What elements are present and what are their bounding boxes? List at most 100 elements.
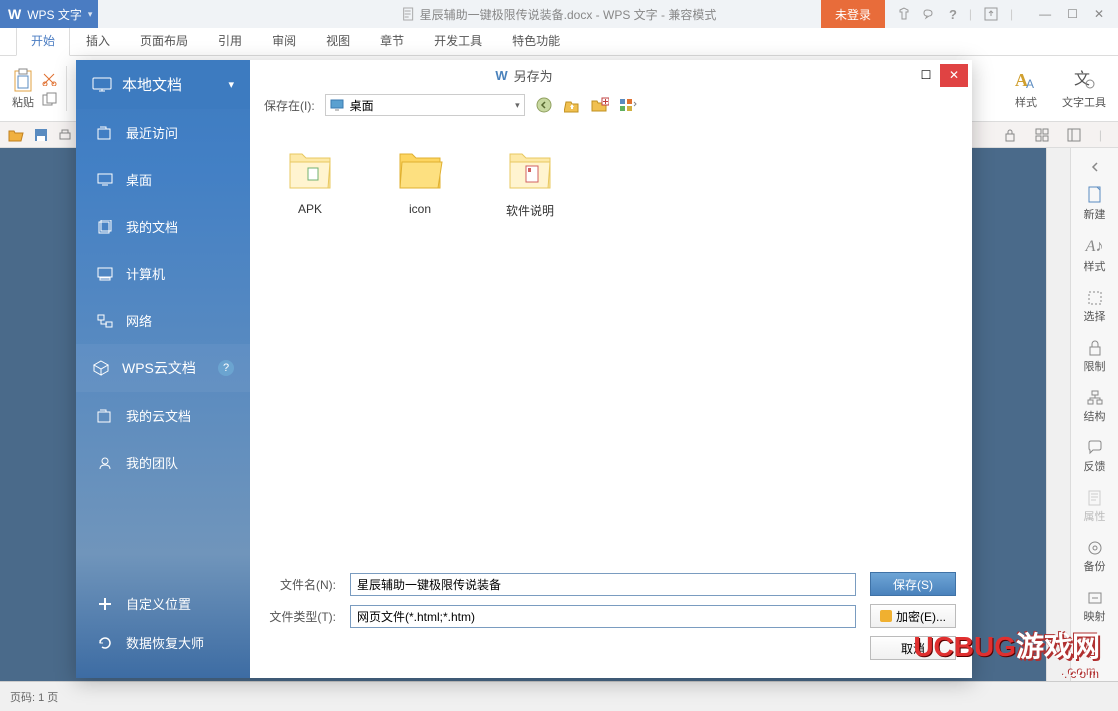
- svg-text:文: 文: [1074, 70, 1090, 88]
- new-folder-button[interactable]: [591, 96, 609, 114]
- help-icon[interactable]: ?: [949, 7, 957, 22]
- tab-insert[interactable]: 插入: [72, 26, 124, 55]
- back-button[interactable]: [535, 96, 553, 114]
- style-label: 样式: [1015, 94, 1037, 110]
- tab-review[interactable]: 审阅: [258, 26, 310, 55]
- documents-icon: [96, 219, 114, 235]
- dialog-title: W 另存为: [495, 66, 552, 85]
- sidebar-item-recent[interactable]: 最近访问: [76, 109, 250, 156]
- chevron-down-icon: ▾: [88, 9, 93, 20]
- right-tool-structure[interactable]: 结构: [1071, 382, 1118, 432]
- tab-view[interactable]: 视图: [312, 26, 364, 55]
- upload-icon[interactable]: [984, 7, 998, 21]
- title-bar: W WPS 文字 ▾ 星辰辅助一键极限传说装备.docx - WPS 文字 - …: [0, 0, 1118, 28]
- paste-button[interactable]: 粘贴: [8, 60, 38, 117]
- status-bar: 页码: 1 页: [0, 681, 1118, 711]
- sidebar-custom-location[interactable]: 自定义位置: [76, 584, 250, 623]
- save-icon[interactable]: [34, 128, 48, 142]
- desktop-small-icon: [330, 99, 344, 111]
- right-tool-properties[interactable]: 属性: [1071, 482, 1118, 532]
- help-icon[interactable]: ?: [218, 360, 234, 376]
- view-button[interactable]: [619, 96, 637, 114]
- sidebar-item-clouddocs[interactable]: 我的云文档: [76, 392, 250, 439]
- layout-icon[interactable]: [1067, 128, 1081, 142]
- tab-chapter[interactable]: 章节: [366, 26, 418, 55]
- file-item-icon[interactable]: icon: [380, 140, 460, 216]
- right-tool-select[interactable]: 选择: [1071, 282, 1118, 332]
- filename-row: 文件名(N): 保存(S): [266, 572, 956, 596]
- right-tool-style[interactable]: A♪ 样式: [1071, 230, 1118, 282]
- style-button[interactable]: AA 样式: [1014, 68, 1038, 110]
- shirt-icon[interactable]: [897, 7, 911, 21]
- open-icon[interactable]: [8, 128, 24, 142]
- chevron-down-icon: ▾: [515, 100, 520, 111]
- print-icon[interactable]: [58, 128, 72, 142]
- folder-icon: [502, 140, 558, 196]
- tab-label: 特色功能: [512, 34, 560, 48]
- tab-label: 页面布局: [140, 34, 188, 48]
- file-item-readme[interactable]: 软件说明: [490, 140, 570, 219]
- tab-devtools[interactable]: 开发工具: [420, 26, 496, 55]
- paste-label: 粘贴: [12, 94, 34, 110]
- sidebar-item-mydocs[interactable]: 我的文档: [76, 203, 250, 250]
- tab-label: 开发工具: [434, 34, 482, 48]
- right-tool-restrict[interactable]: 限制: [1071, 332, 1118, 382]
- wechat-icon[interactable]: [923, 7, 937, 21]
- ribbon-separator: [66, 66, 67, 111]
- grid-icon[interactable]: [1035, 128, 1049, 142]
- copy-icon[interactable]: [42, 92, 58, 106]
- window-controls: — ☐ ✕: [1025, 7, 1118, 21]
- recent-icon: [96, 125, 114, 141]
- sidebar-item-team[interactable]: 我的团队: [76, 439, 250, 486]
- minimize-button[interactable]: —: [1039, 7, 1051, 21]
- filetype-select[interactable]: [350, 605, 856, 628]
- sidebar-local-header[interactable]: 本地文档 ▾: [76, 60, 250, 109]
- qa-separator: |: [1099, 128, 1102, 142]
- cancel-btn-label: 取消: [901, 640, 925, 657]
- app-menu-button[interactable]: W WPS 文字 ▾: [0, 0, 98, 28]
- dialog-close[interactable]: ✕: [940, 64, 968, 87]
- sidebar-item-computer[interactable]: 计算机: [76, 250, 250, 297]
- sidebar-cloud-header[interactable]: WPS云文档 ?: [76, 344, 250, 392]
- dialog-maximize[interactable]: ☐: [912, 64, 940, 87]
- wps-w-icon: W: [495, 68, 507, 83]
- lock-icon[interactable]: [1003, 128, 1017, 142]
- right-tool-label: 样式: [1084, 258, 1106, 274]
- sidebar-data-recovery[interactable]: 数据恢复大师: [76, 623, 250, 662]
- right-tool-label: 属性: [1084, 508, 1106, 524]
- close-button[interactable]: ✕: [1094, 7, 1104, 21]
- login-button[interactable]: 未登录: [821, 0, 885, 28]
- encrypt-button[interactable]: 加密(E)...: [870, 604, 956, 628]
- right-tool-mapping[interactable]: 映射: [1071, 582, 1118, 632]
- right-tool-feedback[interactable]: 反馈: [1071, 432, 1118, 482]
- cut-icon[interactable]: [42, 72, 58, 86]
- tab-layout[interactable]: 页面布局: [126, 26, 202, 55]
- cancel-button[interactable]: 取消: [870, 636, 956, 660]
- login-label: 未登录: [835, 6, 871, 23]
- filename-input[interactable]: [350, 573, 856, 596]
- vertical-scrollbar[interactable]: [1046, 148, 1070, 681]
- right-tool-backup[interactable]: 备份: [1071, 532, 1118, 582]
- maximize-button[interactable]: ☐: [1067, 7, 1078, 21]
- tab-label: 章节: [380, 34, 404, 48]
- tab-features[interactable]: 特色功能: [498, 26, 574, 55]
- text-tools-button[interactable]: 文 文字工具: [1062, 68, 1106, 110]
- plus-icon: [96, 596, 114, 612]
- tab-reference[interactable]: 引用: [204, 26, 256, 55]
- save-in-label: 保存在(I):: [264, 97, 315, 114]
- file-browser-area[interactable]: APK icon 软件说明: [250, 120, 972, 562]
- panel-toggle[interactable]: [1071, 156, 1118, 178]
- sidebar-item-label: 我的团队: [126, 453, 178, 472]
- save-button[interactable]: 保存(S): [870, 572, 956, 596]
- sidebar-item-network[interactable]: 网络: [76, 297, 250, 344]
- right-tool-collapse[interactable]: [1071, 632, 1118, 684]
- location-dropdown[interactable]: 桌面 ▾: [325, 94, 525, 116]
- right-tool-new[interactable]: 新建: [1071, 178, 1118, 230]
- right-tool-label: 映射: [1084, 608, 1106, 624]
- file-item-apk[interactable]: APK: [270, 140, 350, 216]
- tab-start[interactable]: 开始: [16, 24, 70, 56]
- up-button[interactable]: [563, 96, 581, 114]
- sidebar-item-desktop[interactable]: 桌面: [76, 156, 250, 203]
- chevron-down-icon: [1088, 640, 1102, 654]
- title-right-group: 未登录 ? | | — ☐ ✕: [821, 0, 1118, 28]
